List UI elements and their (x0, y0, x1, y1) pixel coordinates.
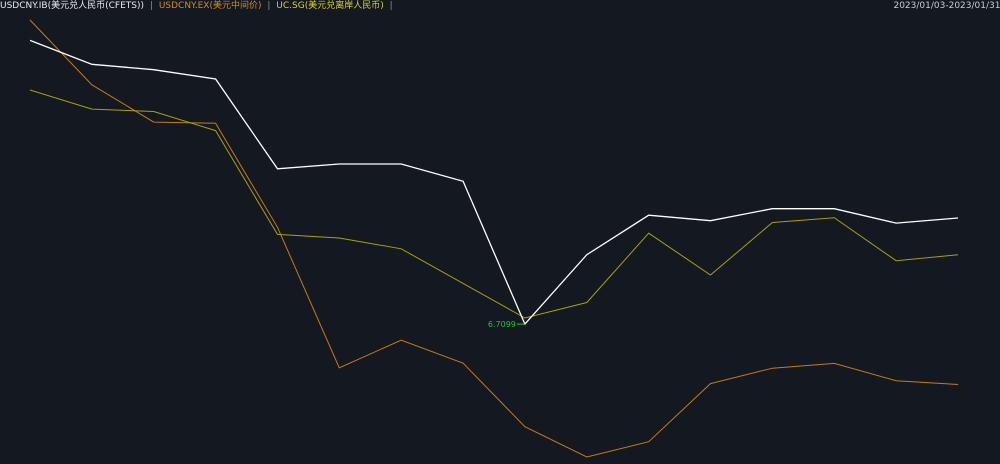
line-chart: 6.7099 (29, 19, 959, 458)
series-line-2[interactable] (29, 19, 959, 458)
series-line-1[interactable] (29, 39, 959, 326)
min-value-label: 6.7099 (488, 320, 516, 329)
series-line-3[interactable] (29, 89, 959, 319)
